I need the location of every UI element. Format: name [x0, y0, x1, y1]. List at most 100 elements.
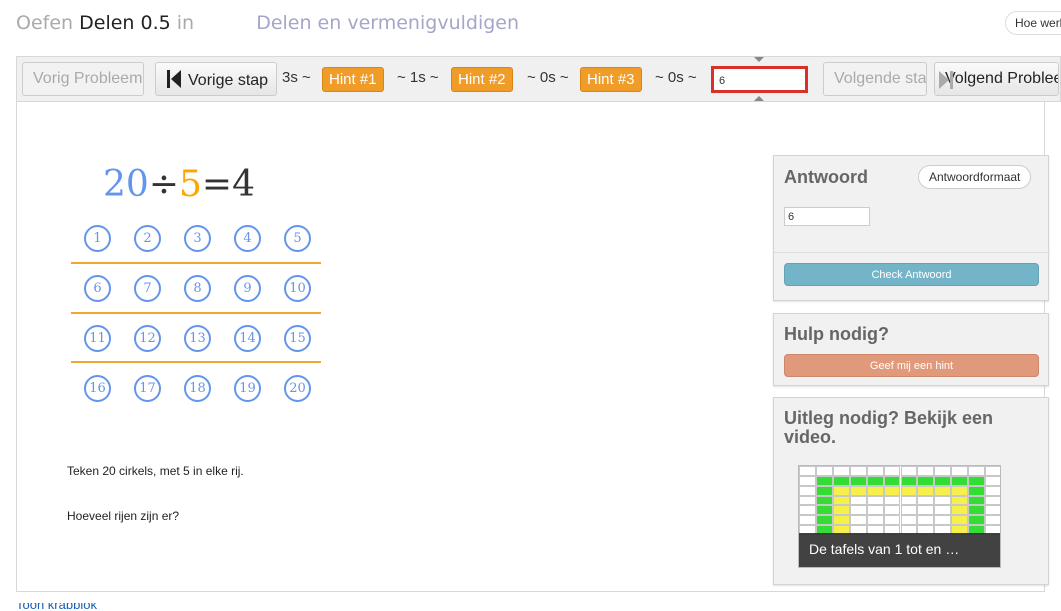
- thumbnail-cell: [832, 466, 850, 476]
- divisor: 5: [178, 164, 202, 205]
- hint-2-button[interactable]: Hint #2: [451, 67, 513, 92]
- thumbnail-cell: [951, 515, 969, 526]
- thumbnail-cell: [934, 495, 952, 506]
- circle-grid: 1 2 3 4 5 6 7 8 9 10 11 12 13 14 15 16 17 18 19 20: [71, 222, 341, 412]
- thumbnail-cell: [968, 515, 986, 526]
- counting-circle: 2: [134, 225, 161, 252]
- question-text: Hoeveel rijen zijn er?: [67, 509, 180, 523]
- thumbnail-cell: [985, 505, 1000, 516]
- thumbnail-cell: [951, 466, 969, 476]
- thumbnail-cell: [849, 505, 867, 516]
- counting-circle: 8: [184, 275, 211, 302]
- thumbnail-cell: [883, 495, 901, 506]
- thumbnail-cell: [866, 485, 884, 496]
- thumbnail-cell: [917, 466, 935, 476]
- thumbnail-cell: [934, 466, 952, 476]
- thumbnail-cell: [866, 505, 884, 516]
- counting-circle: 6: [84, 275, 111, 302]
- scratchpad-link-label: Toon krabblok: [16, 603, 97, 611]
- how-it-works-button[interactable]: Hoe werkt dit?: [1005, 11, 1061, 35]
- thumbnail-cell: [951, 485, 969, 496]
- timeline-marker-top-icon: [754, 57, 764, 62]
- thumbnail-cell: [934, 485, 952, 496]
- counting-circle: 12: [134, 325, 161, 352]
- scratchpad-link[interactable]: Toon krabblok: [16, 603, 126, 611]
- previous-problem-button[interactable]: Vorig Probleem: [22, 62, 144, 96]
- counting-circle: 7: [134, 275, 161, 302]
- previous-step-button[interactable]: Vorige stap: [155, 62, 277, 96]
- thumbnail-cell: [815, 485, 833, 496]
- next-problem-label: Volgend Probleem: [945, 70, 1058, 87]
- thumbnail-cell: [832, 495, 850, 506]
- thumbnail-cell: [883, 485, 901, 496]
- thumbnail-cell: [799, 515, 816, 526]
- thumbnail-cell: [866, 475, 884, 486]
- thumbnail-cell: [934, 515, 952, 526]
- equals-sign: =: [201, 164, 233, 205]
- breadcrumb-in: in: [176, 12, 195, 34]
- thumbnail-cell: [832, 505, 850, 516]
- thumbnail-cell: [883, 466, 901, 476]
- thumbnail-cell: [917, 495, 935, 506]
- replay-answer-field[interactable]: 6: [711, 66, 808, 93]
- previous-step-label: Vorige stap: [188, 72, 269, 89]
- time-label: ~ 1s ~: [397, 69, 439, 86]
- thumbnail-cell: [985, 515, 1000, 526]
- counting-circle: 18: [184, 375, 211, 402]
- counting-circle: 9: [234, 275, 261, 302]
- thumbnail-cell: [951, 495, 969, 506]
- thumbnail-cell: [832, 475, 850, 486]
- thumbnail-cell: [799, 485, 816, 496]
- thumbnail-cell: [849, 495, 867, 506]
- instruction-text: Teken 20 cirkels, met 5 in elke rij.: [67, 464, 244, 478]
- counting-circle: 20: [284, 375, 311, 402]
- next-step-button[interactable]: Volgende stap: [823, 62, 927, 96]
- video-thumbnail[interactable]: De tafels van 1 tot en …: [798, 465, 1001, 568]
- page-header: Oefen Delen 0.5 in Delen en vermenigvuld…: [0, 0, 1061, 44]
- thumbnail-cell: [799, 495, 816, 506]
- division-operator: ÷: [148, 164, 179, 205]
- thumbnail-cell: [985, 466, 1000, 476]
- thumbnail-cell: [917, 485, 935, 496]
- row-divider: [71, 262, 321, 264]
- thumbnail-cell: [900, 475, 918, 486]
- thumbnail-cell: [832, 515, 850, 526]
- hint-3-button[interactable]: Hint #3: [580, 67, 642, 92]
- thumbnail-cell: [917, 515, 935, 526]
- thumbnail-cell: [968, 466, 986, 476]
- counting-circle: 10: [284, 275, 311, 302]
- thumbnail-cell: [985, 475, 1000, 486]
- answer-panel: Antwoord Antwoordformaat 6 Check Antwoor…: [773, 155, 1050, 301]
- thumbnail-cell: [917, 505, 935, 516]
- hint-1-button[interactable]: Hint #1: [322, 67, 384, 92]
- thumbnail-cell: [917, 475, 935, 486]
- counting-circle: 17: [134, 375, 161, 402]
- row-divider: [71, 361, 321, 363]
- thumbnail-cell: [985, 485, 1000, 496]
- answer-format-button[interactable]: Antwoordformaat: [918, 165, 1032, 189]
- counting-circle: 16: [84, 375, 111, 402]
- counting-circle: 3: [184, 225, 211, 252]
- thumbnail-cell: [968, 495, 986, 506]
- thumbnail-cell: [815, 475, 833, 486]
- topic-link[interactable]: Delen en vermenigvuldigen: [256, 12, 519, 34]
- thumbnail-cell: [832, 485, 850, 496]
- division-equation: 20÷5=4: [103, 164, 255, 205]
- thumbnail-cell: [951, 475, 969, 486]
- answer-field[interactable]: 6: [784, 207, 870, 226]
- counting-circle: 19: [234, 375, 261, 402]
- counting-circle: 14: [234, 325, 261, 352]
- next-problem-button[interactable]: Volgend Probleem: [934, 62, 1059, 96]
- thumbnail-cell: [799, 475, 816, 486]
- thumbnail-cell: [849, 485, 867, 496]
- skip-back-icon: [166, 70, 182, 88]
- thumbnail-cell: [934, 505, 952, 516]
- check-answer-button[interactable]: Check Antwoord: [784, 263, 1039, 286]
- breadcrumb: Oefen Delen 0.5 in Delen en vermenigvuld…: [16, 9, 519, 34]
- thumbnail-cell: [799, 505, 816, 516]
- thumbnail-cell: [968, 485, 986, 496]
- thumbnail-cell: [900, 466, 918, 476]
- thumbnail-cell: [815, 515, 833, 526]
- get-hint-button[interactable]: Geef mij een hint: [784, 354, 1039, 377]
- row-divider: [71, 312, 321, 314]
